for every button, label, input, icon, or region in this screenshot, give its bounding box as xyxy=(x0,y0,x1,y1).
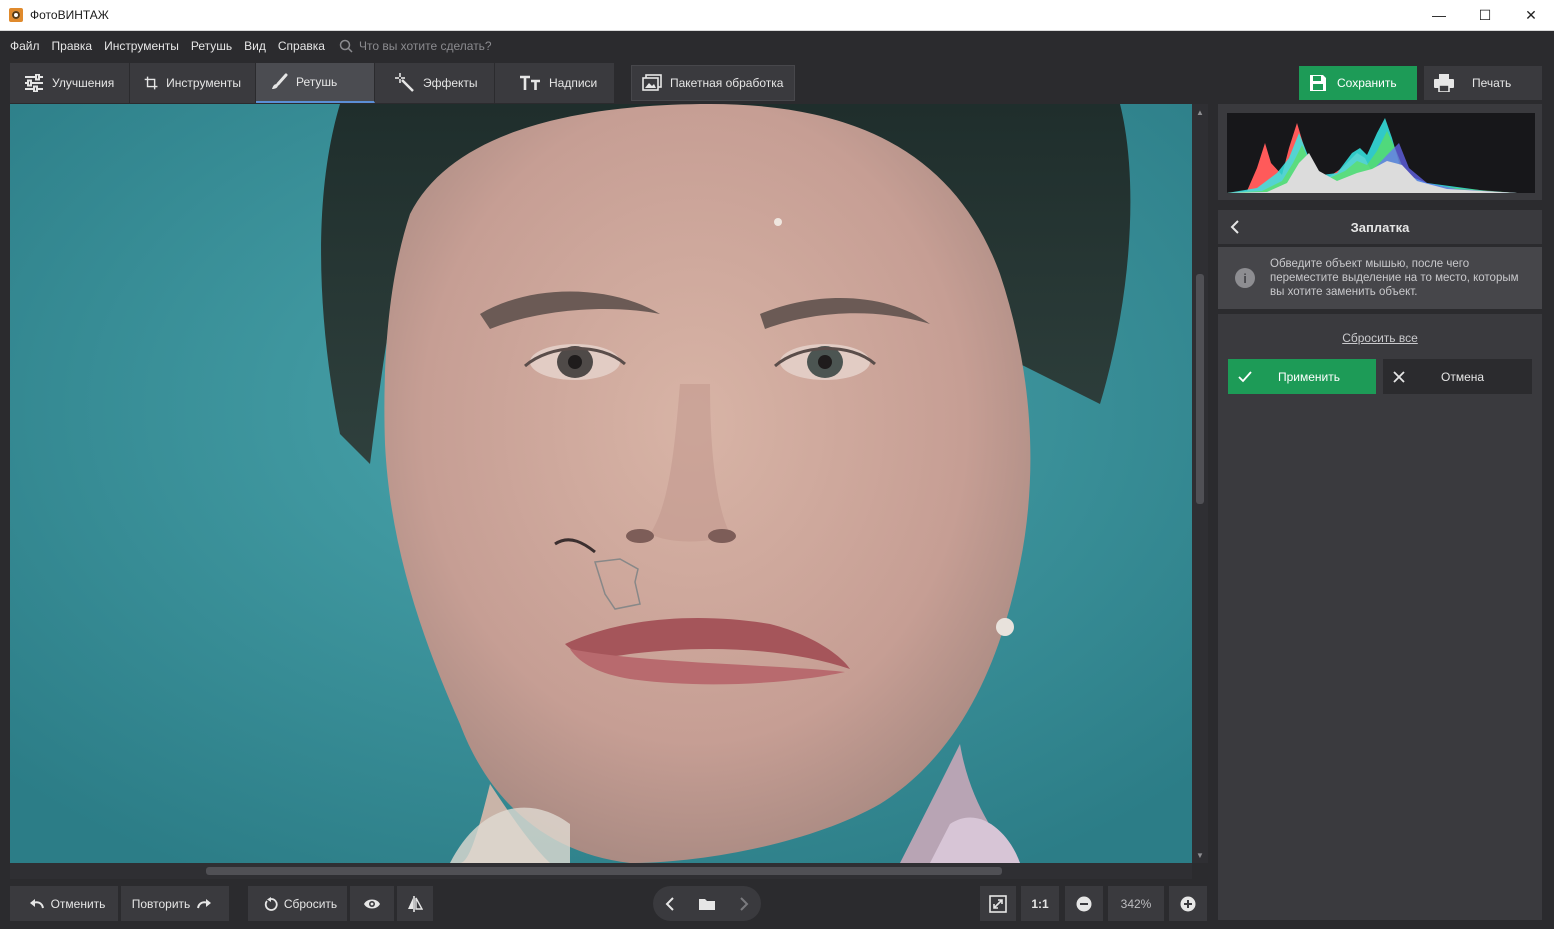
histogram xyxy=(1227,113,1535,193)
actual-size-label: 1:1 xyxy=(1031,896,1049,911)
tab-tools[interactable]: Инструменты xyxy=(130,63,256,103)
tab-enhancements-label: Улучшения xyxy=(52,76,115,90)
chevron-left-icon[interactable] xyxy=(665,896,675,911)
search-icon xyxy=(339,39,353,53)
menu-tools[interactable]: Инструменты xyxy=(104,39,179,53)
minimize-icon: — xyxy=(1432,7,1446,23)
chevron-right-icon[interactable] xyxy=(739,896,749,911)
redo-label: Повторить xyxy=(131,896,191,911)
histogram-panel xyxy=(1218,104,1542,200)
vertical-scroll-thumb[interactable] xyxy=(1196,274,1204,504)
close-icon xyxy=(1393,370,1405,383)
horizontal-scrollbar[interactable] xyxy=(10,863,1192,879)
menu-view[interactable]: Вид xyxy=(244,39,266,53)
undo-button[interactable]: Отменить xyxy=(10,886,118,921)
patch-panel-body: Сбросить все Применить Отмена xyxy=(1218,314,1542,920)
folder-icon[interactable] xyxy=(698,897,716,911)
close-icon: ✕ xyxy=(1525,6,1537,23)
eye-icon xyxy=(364,899,380,908)
brush-icon xyxy=(272,73,288,89)
scroll-down-icon[interactable]: ▼ xyxy=(1196,851,1204,860)
photo-canvas[interactable] xyxy=(10,104,1192,863)
tab-captions[interactable]: Надписи xyxy=(495,63,615,103)
save-button[interactable]: Сохранить xyxy=(1299,66,1417,100)
images-icon xyxy=(642,74,662,91)
fit-screen-icon xyxy=(989,894,1007,913)
batch-processing-button[interactable]: Пакетная обработка xyxy=(631,65,795,101)
window-title: ФотоВИНТАЖ xyxy=(30,8,109,22)
print-label: Печать xyxy=(1472,76,1512,90)
maximize-icon: ☐ xyxy=(1478,6,1492,23)
reset-icon xyxy=(264,896,278,911)
minimize-button[interactable]: — xyxy=(1416,0,1462,31)
image-navigation xyxy=(653,886,761,921)
patch-hint: i Обведите объект мышью, после чего пере… xyxy=(1218,247,1542,309)
scroll-up-icon[interactable]: ▲ xyxy=(1196,108,1204,117)
check-icon xyxy=(1238,370,1252,382)
info-icon: i xyxy=(1235,268,1255,288)
zoom-value: 342% xyxy=(1120,896,1152,911)
menu-bar: Файл Правка Инструменты Ретушь Вид Справ… xyxy=(0,31,1554,60)
printer-icon xyxy=(1434,74,1454,92)
zoom-out-button[interactable] xyxy=(1065,886,1103,921)
app-logo-icon xyxy=(9,8,23,22)
text-icon xyxy=(520,75,540,90)
sliders-icon xyxy=(25,74,43,92)
compare-button[interactable] xyxy=(397,886,433,921)
close-button[interactable]: ✕ xyxy=(1508,0,1554,31)
vertical-scrollbar[interactable]: ▲ ▼ xyxy=(1192,104,1208,863)
compare-icon xyxy=(408,895,423,912)
reset-all-link[interactable]: Сбросить все xyxy=(1218,331,1542,345)
chevron-left-icon xyxy=(1230,220,1239,234)
menu-search[interactable]: Что вы хотите сделать? xyxy=(339,39,492,53)
zoom-in-icon xyxy=(1180,896,1196,911)
tab-retouch[interactable]: Ретушь xyxy=(256,63,375,103)
menu-file[interactable]: Файл xyxy=(10,39,40,53)
apply-label: Применить xyxy=(1278,369,1341,384)
main-toolbar: Улучшения Инструменты Ретушь Эффекты Над… xyxy=(10,63,615,103)
tab-captions-label: Надписи xyxy=(549,76,598,90)
search-placeholder: Что вы хотите сделать? xyxy=(358,38,492,53)
hint-text: Обведите объект мышью, после чего переме… xyxy=(1270,258,1519,298)
save-icon xyxy=(1310,75,1326,91)
portrait-photo xyxy=(10,104,1192,863)
batch-label: Пакетная обработка xyxy=(670,76,784,90)
undo-label: Отменить xyxy=(50,896,106,911)
zoom-in-button[interactable] xyxy=(1169,886,1207,921)
redo-button[interactable]: Повторить xyxy=(121,886,229,921)
tab-enhancements[interactable]: Улучшения xyxy=(10,63,130,103)
zoom-level[interactable]: 342% xyxy=(1108,886,1164,921)
cancel-button[interactable]: Отмена xyxy=(1383,359,1532,394)
apply-button[interactable]: Применить xyxy=(1228,359,1376,394)
menu-retouch[interactable]: Ретушь xyxy=(191,39,232,53)
title-bar: ФотоВИНТАЖ — ☐ ✕ xyxy=(0,0,1554,31)
magic-wand-icon xyxy=(395,73,414,92)
redo-icon xyxy=(197,898,212,908)
cancel-label: Отмена xyxy=(1441,369,1485,384)
tab-effects[interactable]: Эффекты xyxy=(375,63,495,103)
tab-retouch-label: Ретушь xyxy=(296,75,338,89)
back-button[interactable] xyxy=(1218,220,1252,234)
menu-help[interactable]: Справка xyxy=(278,39,325,53)
undo-icon xyxy=(29,898,44,908)
crop-icon xyxy=(144,76,158,90)
save-label: Сохранить xyxy=(1337,76,1397,90)
zoom-out-icon xyxy=(1076,896,1092,911)
tab-effects-label: Эффекты xyxy=(423,76,478,90)
tab-tools-label: Инструменты xyxy=(166,76,241,90)
panel-title: Заплатка xyxy=(1350,219,1410,235)
print-button[interactable]: Печать xyxy=(1424,66,1542,100)
fit-screen-button[interactable] xyxy=(980,886,1016,921)
actual-size-button[interactable]: 1:1 xyxy=(1021,886,1059,921)
menu-edit[interactable]: Правка xyxy=(52,39,93,53)
patch-panel-header: Заплатка xyxy=(1218,210,1542,244)
reset-button[interactable]: Сбросить xyxy=(248,886,347,921)
maximize-button[interactable]: ☐ xyxy=(1462,0,1508,31)
reset-label: Сбросить xyxy=(283,896,338,911)
preview-button[interactable] xyxy=(350,886,394,921)
horizontal-scroll-thumb[interactable] xyxy=(206,867,1002,875)
